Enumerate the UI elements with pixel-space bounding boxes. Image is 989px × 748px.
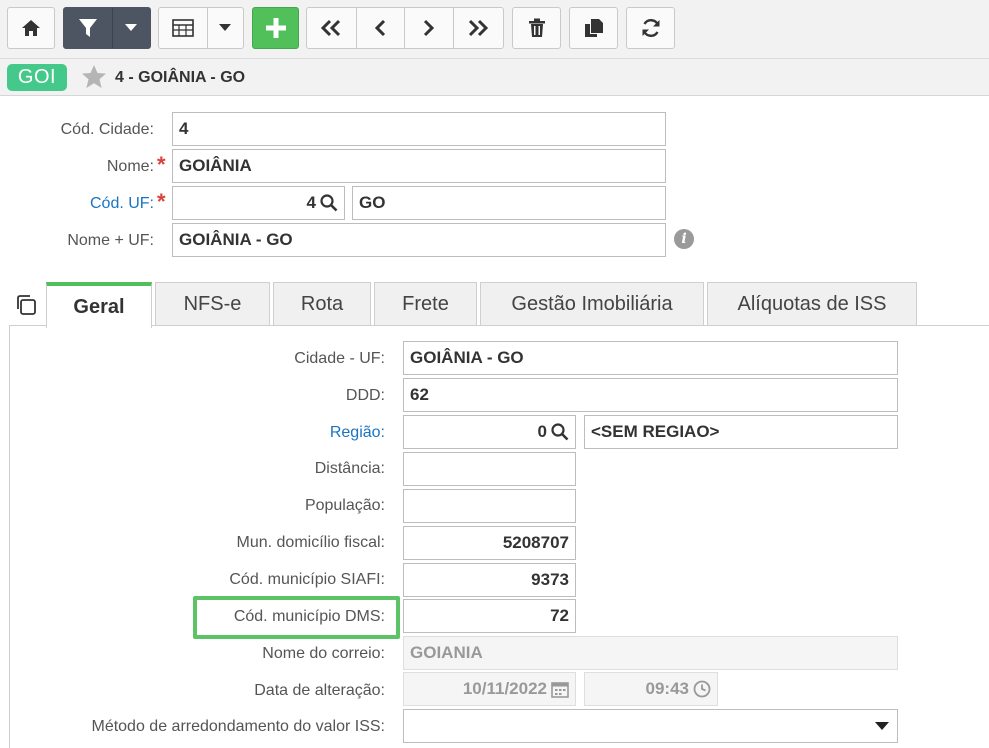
metodo-iss-label: Método de arredondamento do valor ISS: xyxy=(91,718,385,735)
home-icon xyxy=(22,20,40,36)
tab-gestao-imobiliaria[interactable]: Gestão Imobiliária xyxy=(480,282,704,326)
ddd-input[interactable]: 62 xyxy=(403,378,898,412)
view-dropdown-button[interactable] xyxy=(208,8,243,48)
metodo-iss-select[interactable] xyxy=(403,709,898,743)
cod-uf-label[interactable]: Cód. UF: xyxy=(90,195,154,213)
record-title: 4 - GOIÂNIA - GO xyxy=(115,69,246,86)
nome-uf-label: Nome + UF: xyxy=(67,232,154,249)
filter-icon xyxy=(78,19,97,37)
uf-description: GO xyxy=(352,186,666,220)
home-button[interactable] xyxy=(7,7,55,49)
favorite-star-icon[interactable] xyxy=(81,64,107,95)
record-header: GOI 4 - GOIÂNIA - GO xyxy=(0,58,989,96)
duplicate-button[interactable] xyxy=(569,7,618,49)
last-record-button[interactable] xyxy=(454,8,503,48)
mun-fiscal-label: Mun. domicílio fiscal: xyxy=(236,534,386,551)
distancia-input[interactable] xyxy=(403,452,576,486)
next-record-button[interactable] xyxy=(405,8,454,48)
copy-icon xyxy=(584,19,603,37)
ddd-label: DDD: xyxy=(345,387,385,404)
dms-label: Cód. município DMS: xyxy=(233,608,385,625)
mun-fiscal-input[interactable]: 5208707 xyxy=(403,526,576,560)
cidade-uf-input[interactable]: GOIÂNIA - GO xyxy=(403,341,898,375)
populacao-label: População: xyxy=(304,497,385,514)
previous-record-button[interactable] xyxy=(357,8,405,48)
refresh-icon xyxy=(642,19,659,37)
refresh-button[interactable] xyxy=(626,7,675,49)
city-badge: GOI xyxy=(7,64,67,91)
cod-uf-input[interactable]: 4 xyxy=(172,186,345,220)
regiao-input[interactable]: 0 xyxy=(403,415,576,449)
copy-tab-icon[interactable] xyxy=(14,293,38,322)
nome-input[interactable]: GOIÂNIA xyxy=(172,149,666,183)
cod-uf-value: 4 xyxy=(306,193,316,212)
siafi-input[interactable]: 9373 xyxy=(403,563,576,597)
tab-geral[interactable]: Geral xyxy=(46,282,152,328)
siafi-label: Cód. município SIAFI: xyxy=(229,571,385,588)
double-chevron-right-icon xyxy=(469,19,489,37)
nome-required-marker: * xyxy=(157,152,166,177)
chevron-left-icon xyxy=(375,19,386,37)
data-alteracao-label: Data de alteração: xyxy=(254,682,385,699)
search-icon[interactable] xyxy=(320,194,338,212)
table-icon xyxy=(172,19,194,37)
regiao-label[interactable]: Região: xyxy=(330,424,385,442)
time-value: 09:43 xyxy=(645,679,689,698)
data-alteracao-time-input: 09:43 xyxy=(584,672,718,706)
calendar-icon xyxy=(551,680,569,698)
nome-label: Nome: xyxy=(106,158,154,175)
info-icon[interactable]: i xyxy=(674,229,694,249)
tab-nfse[interactable]: NFS-e xyxy=(155,282,270,326)
delete-button[interactable] xyxy=(512,7,561,49)
caret-down-icon xyxy=(219,24,232,31)
chevron-down-icon[interactable] xyxy=(875,722,889,730)
chevron-right-icon xyxy=(423,19,434,37)
trash-icon xyxy=(528,18,545,37)
search-icon[interactable] xyxy=(551,423,569,441)
correio-input: GOIANIA xyxy=(403,636,898,670)
first-record-button[interactable] xyxy=(307,8,357,48)
tab-frete[interactable]: Frete xyxy=(374,282,477,326)
cod-cidade-label: Cód. Cidade: xyxy=(60,121,154,138)
plus-icon xyxy=(265,18,286,38)
toolbar xyxy=(0,0,989,58)
view-button-group xyxy=(158,7,244,49)
populacao-input[interactable] xyxy=(403,489,576,523)
double-chevron-left-icon xyxy=(321,19,341,37)
tab-rota[interactable]: Rota xyxy=(273,282,371,326)
filter-button[interactable] xyxy=(64,8,113,48)
data-alteracao-date-input: 10/11/2022 xyxy=(403,672,576,706)
distancia-label: Distância: xyxy=(314,460,385,477)
filter-button-group xyxy=(63,7,151,49)
correio-label: Nome do correio: xyxy=(262,645,385,662)
cidade-uf-label: Cidade - UF: xyxy=(294,350,385,367)
grid-view-button[interactable] xyxy=(159,8,208,48)
date-value: 10/11/2022 xyxy=(462,679,547,698)
nome-uf-input[interactable]: GOIÂNIA - GO xyxy=(172,223,666,257)
cod-uf-required-marker: * xyxy=(157,189,166,214)
add-button[interactable] xyxy=(252,7,299,49)
filter-dropdown-button[interactable] xyxy=(113,8,150,48)
cod-cidade-input[interactable]: 4 xyxy=(172,112,666,146)
caret-down-icon xyxy=(125,24,138,31)
regiao-description: <SEM REGIAO> xyxy=(584,415,898,449)
clock-icon xyxy=(693,680,711,698)
regiao-value: 0 xyxy=(537,422,547,441)
tab-aliquotas-iss[interactable]: Alíquotas de ISS xyxy=(707,282,917,326)
navigation-group xyxy=(306,7,504,49)
dms-input[interactable]: 72 xyxy=(403,599,576,633)
